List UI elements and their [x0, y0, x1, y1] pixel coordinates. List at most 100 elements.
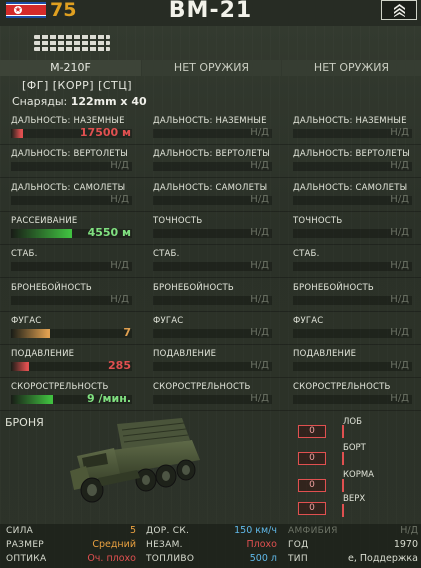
stat-value: 17500 м	[79, 126, 131, 139]
stat-cell: ДАЛЬНОСТЬ: ВЕРТОЛЕТЫ Н/Д	[142, 146, 281, 178]
stat-cell: СКОРОСТРЕЛЬНОСТЬ Н/Д	[282, 379, 421, 411]
stat-row: ДАЛЬНОСТЬ: САМОЛЕТЫ Н/Д ДАЛЬНОСТЬ: САМОЛЕТ…	[0, 180, 421, 212]
stat-na: Н/Д	[390, 127, 409, 138]
stat-label: ПОДАВЛЕНИЕ	[153, 349, 217, 360]
stat-label: ДАЛЬНОСТЬ: НАЗЕМНЫЕ	[293, 116, 407, 126]
amphib-value: Н/Д	[400, 525, 418, 536]
shells-label: Снаряды:	[12, 95, 68, 108]
stat-label: ДАЛЬНОСТЬ: НАЗЕМНЫЕ	[153, 116, 267, 126]
stat-row: ДАЛЬНОСТЬ: НАЗЕМНЫЕ 17500 м ДАЛЬНОСТЬ: НАЗ…	[0, 113, 421, 145]
info-row-1: СИЛА 5 ДОР. СК. 150 км/ч АМФИБИЯ Н/Д	[0, 525, 421, 539]
road-speed-value: 150 км/ч	[234, 525, 277, 536]
vehicle-model-image	[70, 418, 200, 503]
armor-section: БРОНЯ 0 ЛОБ 0 БОРТ 0 КОРМА 0 ВЕРХ	[0, 412, 421, 522]
stat-na: Н/Д	[390, 260, 409, 272]
stat-label: ДАЛЬНОСТЬ: САМОЛЕТЫ	[11, 182, 126, 193]
stat-bar-fill	[11, 395, 53, 405]
stat-label: БРОНЕБОЙНОСТЬ	[11, 282, 92, 293]
stat-value: 4550 м	[87, 225, 131, 239]
shells-value: 122mm x 40	[70, 95, 147, 108]
stat-cell: ТОЧНОСТЬ Н/Д	[142, 213, 281, 245]
armor-rear-value: 0	[298, 479, 326, 492]
stat-na: Н/Д	[390, 393, 409, 405]
stat-bar-fill	[11, 129, 23, 138]
stat-value: 7	[123, 325, 131, 339]
armor-rear-bar	[342, 479, 344, 492]
stat-cell: ТОЧНОСТЬ Н/Д	[282, 213, 421, 245]
stealth-label: НЕЗАМ.	[146, 540, 183, 550]
weapon-slots: M-210F НЕТ ОРУЖИЯ НЕТ ОРУЖИЯ	[0, 60, 421, 76]
stat-label: СКОРОСТРЕЛЬНОСТЬ	[293, 382, 391, 393]
stat-bar-fill	[11, 328, 50, 338]
armor-top-bar	[342, 504, 344, 517]
weapon-slot-1[interactable]: M-210F	[0, 60, 141, 76]
stat-row: ФУГАС 7 ФУГАС Н/Д ФУГАС Н/Д	[0, 313, 421, 345]
power-value: 5	[129, 525, 136, 536]
vehicle-info-panel: СИЛА 5 ДОР. СК. 150 км/ч АМФИБИЯ Н/Д РАЗ…	[0, 524, 421, 568]
stat-na: Н/Д	[390, 160, 409, 172]
row-divider	[0, 343, 421, 345]
stat-label: ТОЧНОСТЬ	[293, 215, 343, 226]
stat-na: Н/Д	[110, 193, 129, 205]
row-divider	[0, 277, 421, 279]
stat-na: Н/Д	[110, 260, 129, 272]
armor-side-label: БОРТ	[343, 443, 366, 453]
stat-label: СКОРОСТРЕЛЬНОСТЬ	[11, 382, 109, 393]
stat-label: ФУГАС	[293, 315, 324, 326]
header-bar: ★ 75 BM-21	[0, 0, 421, 26]
stat-cell: ФУГАС 7	[0, 313, 141, 345]
power-label: СИЛА	[6, 526, 34, 536]
fuel-value: 500 л	[249, 553, 277, 564]
road-speed-label: ДОР. СК.	[146, 526, 190, 536]
stat-cell: ПОДАВЛЕНИЕ Н/Д	[142, 346, 281, 378]
stealth-value: Плохо	[246, 539, 277, 550]
stat-value: 285	[108, 359, 131, 373]
stat-row: СКОРОСТРЕЛЬНОСТЬ 9 /мин. СКОРОСТРЕЛЬНОСТЬ Н…	[0, 379, 421, 412]
row-divider	[0, 210, 421, 212]
stat-cell: СКОРОСТРЕЛЬНОСТЬ Н/Д	[142, 379, 281, 411]
stat-cell: БРОНЕБОЙНОСТЬ Н/Д	[0, 280, 141, 312]
weapon-slot-3[interactable]: НЕТ ОРУЖИЯ	[282, 60, 421, 76]
amphib-label: АМФИБИЯ	[288, 526, 338, 536]
stat-cell: РАССЕИВАНИЕ 4550 м	[0, 213, 141, 245]
optics-value: Оч. плохо	[87, 553, 136, 564]
weapon-slot-2[interactable]: НЕТ ОРУЖИЯ	[142, 60, 281, 76]
stat-cell: ДАЛЬНОСТЬ: НАЗЕМНЫЕ Н/Д	[142, 113, 281, 145]
stat-cell: ДАЛЬНОСТЬ: САМОЛЕТЫ Н/Д	[142, 180, 281, 212]
stat-cell: СТАБ. Н/Д	[282, 246, 421, 278]
stat-label: ФУГАС	[153, 315, 184, 326]
stat-cell: ДАЛЬНОСТЬ: НАЗЕМНЫЕ 17500 м	[0, 113, 141, 145]
stat-na: Н/Д	[390, 293, 409, 305]
chevron-rank-icon	[394, 4, 405, 17]
stat-na: Н/Д	[250, 326, 269, 338]
stat-cell: БРОНЕБОЙНОСТЬ Н/Д	[282, 280, 421, 312]
rank-button[interactable]	[381, 0, 417, 20]
armor-top-value: 0	[298, 502, 326, 515]
stat-label: ДАЛЬНОСТЬ: ВЕРТОЛЕТЫ	[11, 149, 128, 160]
stat-label: БРОНЕБОЙНОСТЬ	[153, 282, 234, 293]
stat-na: Н/Д	[250, 393, 269, 405]
stat-label: ПОДАВЛЕНИЕ	[293, 349, 357, 360]
stat-na: Н/Д	[110, 293, 129, 305]
stat-label: ДАЛЬНОСТЬ: ВЕРТОЛЕТЫ	[293, 149, 410, 160]
ammo-shells: Снаряды: 122mm x 40	[12, 95, 147, 108]
stat-bar-fill	[11, 362, 29, 372]
size-value: Средний	[92, 539, 136, 550]
row-divider	[0, 144, 421, 145]
stat-cell: ФУГАС Н/Д	[282, 313, 421, 345]
armor-front-label: ЛОБ	[343, 417, 362, 427]
stat-cell: ФУГАС Н/Д	[142, 313, 281, 345]
stat-cell: ДАЛЬНОСТЬ: САМОЛЕТЫ Н/Д	[0, 180, 141, 212]
armor-side-value: 0	[298, 452, 326, 465]
stat-bar	[11, 328, 132, 338]
row-divider	[0, 377, 421, 379]
stat-cell: ДАЛЬНОСТЬ: ВЕРТОЛЕТЫ Н/Д	[282, 146, 421, 178]
armor-rear-label: КОРМА	[343, 470, 374, 480]
stat-label: ПОДАВЛЕНИЕ	[11, 349, 75, 360]
stat-bar-fill	[11, 228, 72, 238]
optics-label: ОПТИКА	[6, 554, 47, 564]
info-row-2: РАЗМЕР Средний НЕЗАМ. Плохо ГОД 1970	[0, 539, 421, 553]
stat-label: СТАБ.	[153, 249, 180, 260]
stat-na: Н/Д	[250, 226, 269, 238]
stat-label: ТОЧНОСТЬ	[153, 215, 203, 226]
